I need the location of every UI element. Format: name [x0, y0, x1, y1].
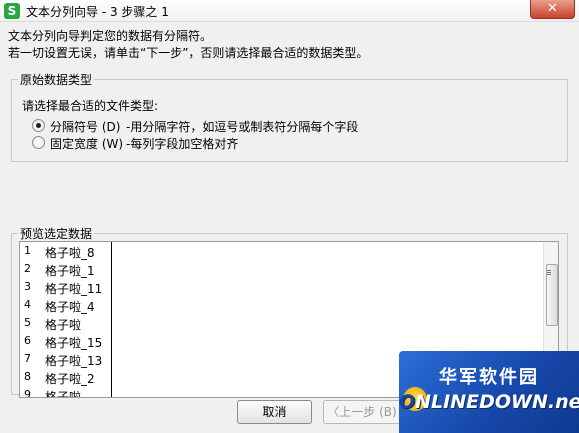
watermark-logo: 华军软件园 ONLINEDOWN.net: [399, 351, 579, 433]
row-number: 8: [24, 370, 31, 383]
preview-row: 2 格子啦_1: [20, 261, 111, 279]
cancel-button[interactable]: 取消: [237, 400, 312, 424]
column-separator: [111, 242, 112, 397]
row-number: 9: [24, 388, 31, 398]
fixed-width-option[interactable]: 固定宽度 (W) -每列字段加空格对齐: [32, 135, 452, 151]
row-number: 6: [24, 334, 31, 347]
watermark-chinese-text: 华军软件园: [439, 367, 539, 388]
row-number: 2: [24, 262, 31, 275]
delimited-option[interactable]: 分隔符号 (D) -用分隔字符，如逗号或制表符分隔每个字段: [32, 118, 452, 134]
preview-row: 7 格子啦_13: [20, 351, 111, 369]
row-value: 格子啦_15: [45, 336, 103, 350]
back-button[interactable]: 〈上一步 (B): [323, 400, 401, 424]
preview-legend: 预览选定数据: [18, 225, 95, 242]
row-value: 格子啦: [45, 390, 82, 398]
row-number: 7: [24, 352, 31, 365]
watermark-english-text: ONLINEDOWN.net: [399, 391, 579, 413]
watermark-o-letter: O: [399, 391, 416, 413]
row-value: 格子啦_4: [45, 300, 95, 314]
scrollbar-grip-icon: [547, 270, 551, 271]
delimited-description: -用分隔字符，如逗号或制表符分隔每个字段: [126, 120, 359, 134]
close-button[interactable]: ✕: [530, 0, 575, 19]
delimited-radio[interactable]: [32, 119, 45, 132]
file-type-prompt: 请选择最合适的文件类型:: [22, 99, 159, 113]
fixed-width-label[interactable]: 固定宽度 (W): [50, 135, 123, 152]
preview-row: 4 格子啦_4: [20, 297, 111, 315]
description-line-1: 文本分列向导判定您的数据有分隔符。: [8, 29, 213, 43]
fixed-width-description: -每列字段加空格对齐: [126, 137, 239, 151]
delimited-label[interactable]: 分隔符号 (D): [50, 118, 120, 135]
row-value: 格子啦_2: [45, 372, 95, 386]
row-value: 格子啦_8: [45, 246, 95, 260]
row-value: 格子啦_13: [45, 354, 103, 368]
watermark-site-text: NLINEDOWN.net: [415, 391, 579, 413]
row-value: 格子啦: [45, 318, 82, 332]
row-number: 4: [24, 298, 31, 311]
row-value: 格子啦_1: [45, 264, 95, 278]
preview-row: 5 格子啦: [20, 315, 111, 333]
original-type-legend: 原始数据类型: [18, 71, 95, 88]
app-logo-icon: S: [4, 3, 20, 19]
fixed-width-radio[interactable]: [32, 136, 45, 149]
row-number: 5: [24, 316, 31, 329]
row-number: 3: [24, 280, 31, 293]
row-number: 1: [24, 244, 31, 257]
window-title: 文本分列向导 - 3 步骤之 1: [26, 5, 169, 19]
description-line-2: 若一切设置无误，请单击“下一步”，否则请选择最合适的数据类型。: [8, 46, 369, 60]
scrollbar-thumb[interactable]: [546, 264, 558, 326]
preview-row: 3 格子啦_11: [20, 279, 111, 297]
preview-row: 6 格子啦_15: [20, 333, 111, 351]
title-bar: S 文本分列向导 - 3 步骤之 1 ✕: [0, 0, 579, 22]
row-value: 格子啦_11: [45, 282, 103, 296]
preview-row: 8 格子啦_2: [20, 369, 111, 387]
preview-row: 9 格子啦: [20, 387, 111, 398]
preview-row: 1 格子啦_8: [20, 243, 111, 261]
